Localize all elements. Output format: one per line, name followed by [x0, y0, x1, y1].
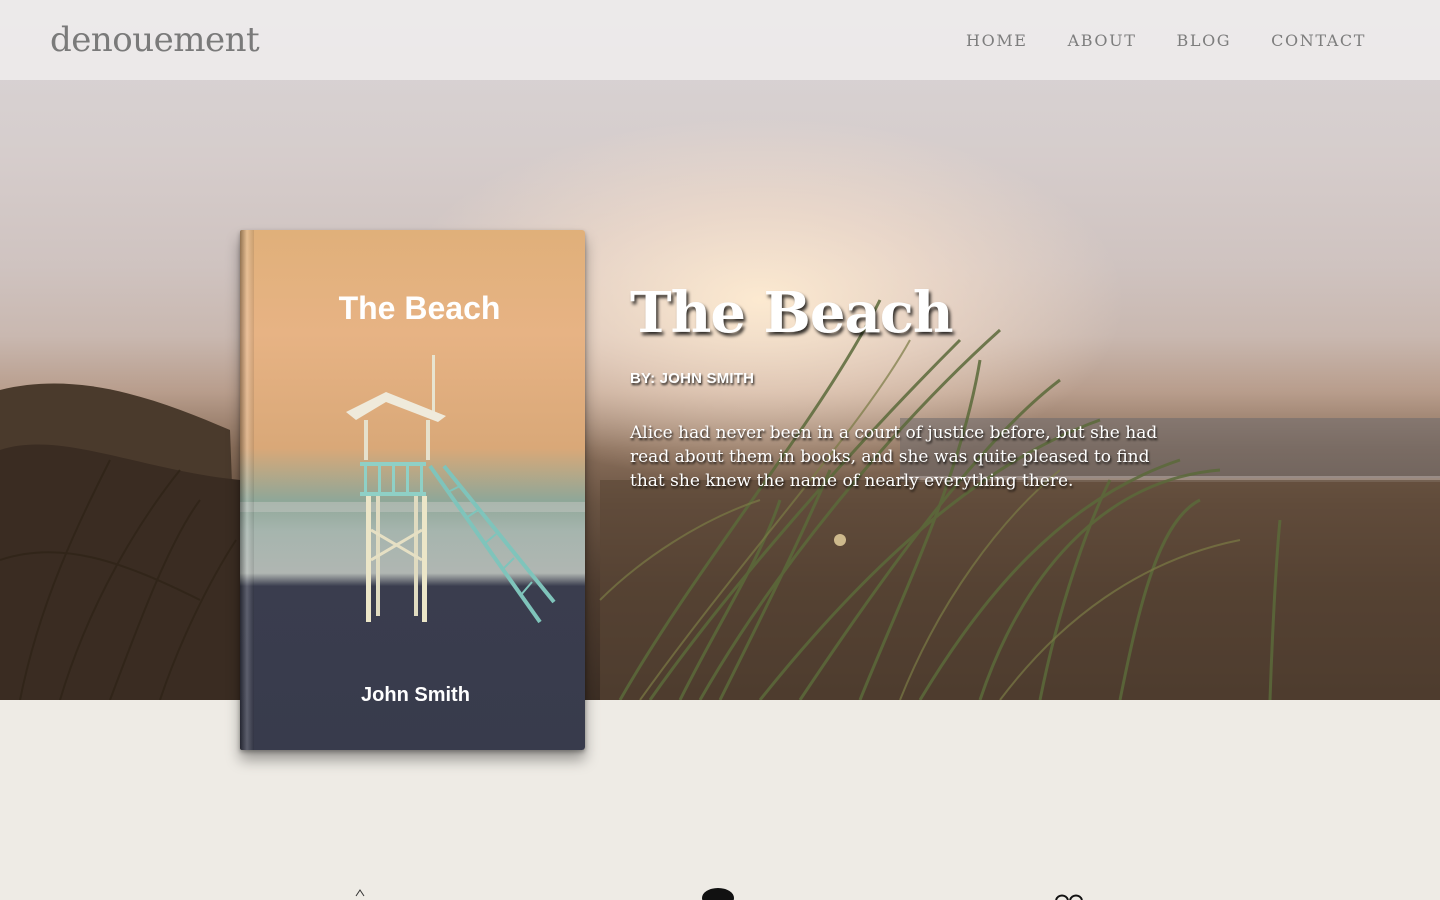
book-title-heading: The Beach	[630, 280, 954, 346]
book-byline: BY: JOHN SMITH	[630, 370, 755, 387]
site-header: denouement HOME ABOUT BLOG CONTACT	[0, 0, 1440, 80]
nav-link-about[interactable]: ABOUT	[1068, 31, 1137, 50]
person-icon	[702, 888, 734, 900]
site-logo[interactable]: denouement	[50, 20, 260, 60]
nav-link-contact[interactable]: CONTACT	[1271, 31, 1366, 50]
nav-link-blog[interactable]: BLOG	[1176, 31, 1231, 50]
book-cover[interactable]: The Beach John Smith	[240, 230, 585, 750]
hero-text-block: The Beach BY: JOHN SMITH Alice had never…	[630, 280, 1170, 493]
book-description: Alice had never been in a court of justi…	[630, 423, 1158, 491]
main-nav: HOME ABOUT BLOG CONTACT	[966, 31, 1366, 50]
nav-link-home[interactable]: HOME	[966, 31, 1028, 50]
glasses-icon	[1055, 894, 1083, 900]
book-cover-title: The Beach	[338, 290, 501, 326]
sparkle-icon	[355, 889, 365, 897]
book-cover-author: John Smith	[361, 684, 470, 706]
